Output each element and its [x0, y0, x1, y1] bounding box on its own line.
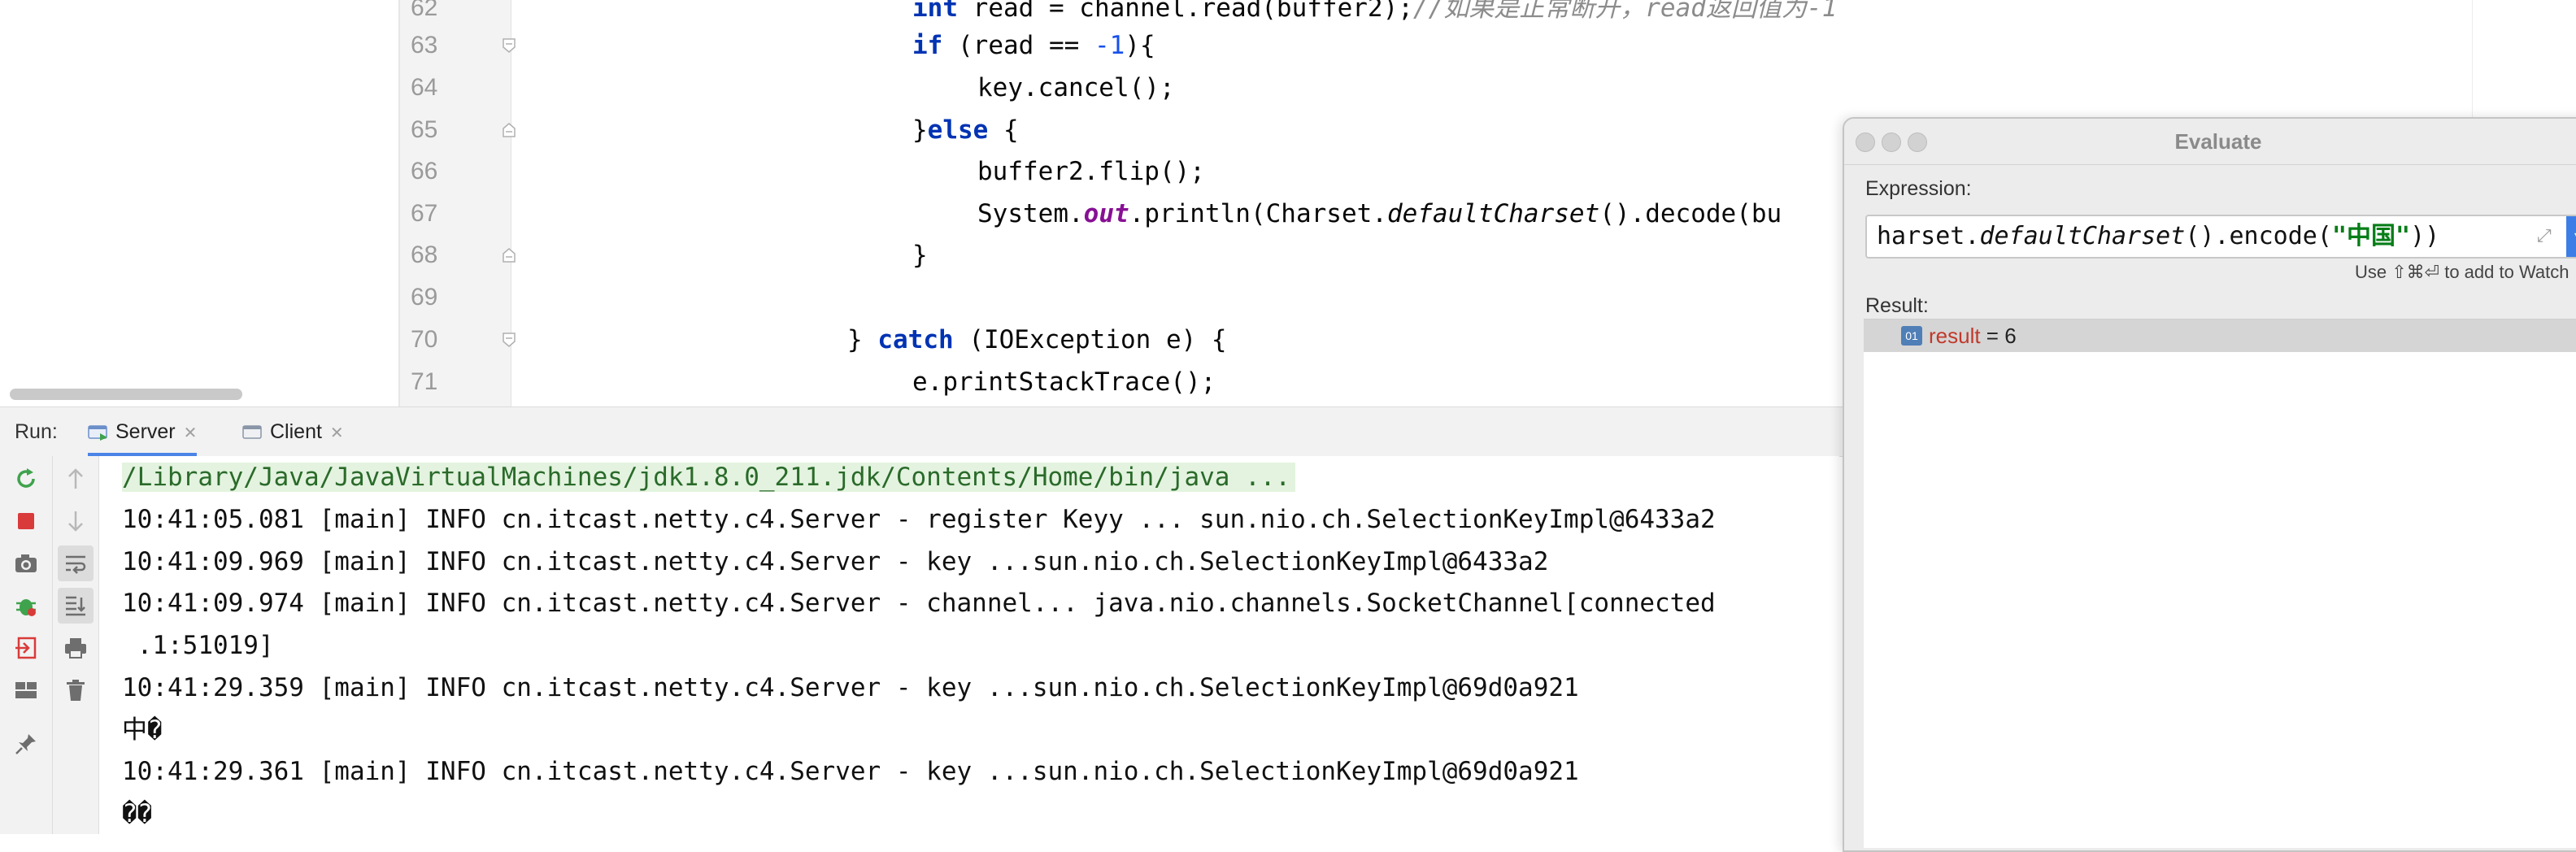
- code-line: if (read == -1){: [912, 31, 1155, 60]
- result-row[interactable]: 01 result = 6: [1864, 320, 2576, 352]
- up-arrow-icon[interactable]: [61, 464, 90, 493]
- console-line: 10:41:29.359 [main] INFO cn.itcast.netty…: [122, 673, 1579, 702]
- tab-label: Client: [270, 420, 322, 443]
- debug-icon[interactable]: [11, 591, 41, 620]
- result-value: result = 6: [1929, 324, 2017, 348]
- code-line: System.out.println(Charset.defaultCharse…: [977, 199, 1782, 228]
- camera-icon[interactable]: [11, 549, 41, 578]
- run-label: Run:: [15, 420, 58, 443]
- line-number: 67: [411, 200, 438, 227]
- console-line: /Library/Java/JavaVirtualMachines/jdk1.8…: [122, 456, 1296, 498]
- code-line: }: [912, 241, 928, 270]
- scroll-to-end-icon[interactable]: [58, 588, 94, 624]
- console-line: 中�: [122, 715, 163, 745]
- result-label: Result:: [1865, 294, 1929, 317]
- expression-label: Expression:: [1865, 177, 1972, 200]
- tab-label: Server: [115, 420, 176, 443]
- trash-icon[interactable]: [61, 676, 90, 705]
- stop-icon[interactable]: [11, 506, 41, 536]
- dropdown-icon[interactable]: ▾: [2566, 216, 2576, 257]
- console-output[interactable]: /Library/Java/JavaVirtualMachines/jdk1.8…: [99, 456, 1839, 834]
- dialog-title: Evaluate: [2174, 129, 2262, 154]
- tab-server[interactable]: Server ✕: [88, 407, 198, 456]
- line-number: 71: [411, 368, 438, 395]
- line-number: 64: [411, 74, 438, 101]
- code-line: key.cancel();: [977, 73, 1175, 102]
- console-line: 10:41:09.974 [main] INFO cn.itcast.netty…: [122, 589, 1716, 618]
- run-config-icon: [242, 425, 262, 440]
- close-icon[interactable]: ✕: [330, 424, 344, 442]
- run-toolbar-secondary: [53, 456, 99, 834]
- code-line: }else {: [912, 115, 1019, 145]
- code-line: } catch (IOException e) {: [847, 325, 1227, 354]
- down-arrow-icon[interactable]: [61, 506, 90, 536]
- evaluate-dialog: Evaluate Expression: harset.defaultChars…: [1843, 117, 2576, 852]
- code-line: e.printStackTrace();: [912, 367, 1216, 397]
- line-number: 68: [411, 241, 438, 268]
- pin-icon[interactable]: [11, 729, 41, 759]
- soft-wrap-icon[interactable]: [58, 546, 94, 581]
- fold-close-icon[interactable]: [501, 122, 517, 138]
- expand-icon[interactable]: ⤢: [2537, 226, 2556, 246]
- line-number: 63: [411, 32, 438, 59]
- fold-close-icon[interactable]: [501, 247, 517, 263]
- console-line: .1:51019]: [122, 631, 274, 660]
- line-number: 66: [411, 158, 438, 185]
- fold-open-icon[interactable]: [501, 37, 517, 54]
- console-line: 10:41:05.081 [main] INFO cn.itcast.netty…: [122, 505, 1716, 534]
- layout-icon[interactable]: [11, 676, 41, 705]
- horizontal-scrollbar[interactable]: [10, 389, 242, 400]
- java-command[interactable]: /Library/Java/JavaVirtualMachines/jdk1.8…: [122, 463, 1296, 492]
- print-icon[interactable]: [61, 633, 90, 663]
- close-icon[interactable]: ✕: [184, 424, 198, 442]
- line-number: 70: [411, 326, 438, 353]
- line-number: 65: [411, 116, 438, 143]
- run-config-icon: [88, 425, 107, 441]
- code-line: buffer2.flip();: [977, 157, 1205, 186]
- console-line: 10:41:09.969 [main] INFO cn.itcast.netty…: [122, 547, 1549, 576]
- fold-open-icon[interactable]: [501, 332, 517, 348]
- project-panel: [0, 0, 400, 406]
- tab-client[interactable]: Client ✕: [242, 407, 344, 456]
- line-number: 69: [411, 284, 438, 311]
- run-toolbar-primary: [0, 456, 53, 834]
- console-line: 10:41:29.361 [main] INFO cn.itcast.netty…: [122, 757, 1579, 786]
- expression-input[interactable]: harset.defaultCharset().encode("中国")) ⤢ …: [1865, 215, 2576, 259]
- add-to-watch-hint: Use ⇧⌘⏎ to add to Watch: [2355, 262, 2569, 282]
- rerun-icon[interactable]: [11, 464, 41, 493]
- expression-text: harset.defaultCharset().encode("中国")): [1877, 222, 2440, 250]
- result-tree[interactable]: 01 result = 6: [1864, 319, 2576, 848]
- console-line: ��: [122, 799, 153, 828]
- primitive-value-icon: 01: [1901, 326, 1922, 346]
- dialog-titlebar[interactable]: Evaluate: [1844, 119, 2576, 165]
- exit-icon[interactable]: [11, 633, 41, 663]
